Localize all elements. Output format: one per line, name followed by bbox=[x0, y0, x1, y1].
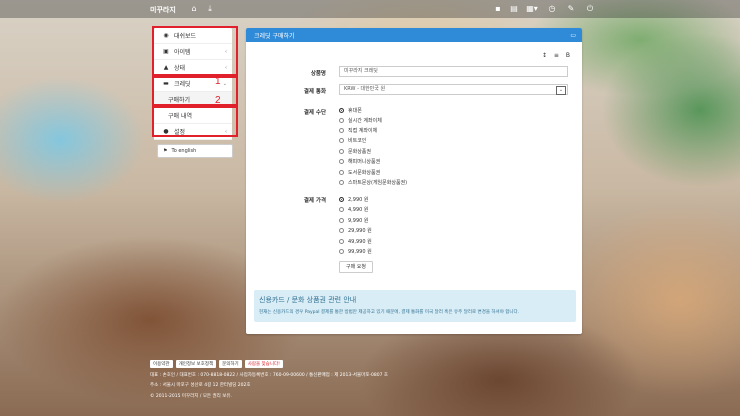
radio-label: 2,990 원 bbox=[348, 197, 369, 203]
notice-box: 신용카드 / 문화 상품권 관련 안내 현재는 신용카드의 경우 Paypal … bbox=[254, 290, 576, 322]
radio-dot bbox=[339, 118, 344, 123]
radio-dot bbox=[339, 218, 344, 223]
method-label: 결제 수단 bbox=[303, 110, 326, 116]
flag-icon: ⚑ bbox=[163, 148, 168, 154]
price-radio-9990[interactable]: 9,990 원 bbox=[339, 217, 369, 224]
radio-dot bbox=[339, 108, 344, 113]
chevron-down-icon: ⌄ bbox=[556, 86, 566, 95]
footer-links: 이용약관 개인정보 보호정책 문의하기 사람을 찾습니다! bbox=[150, 360, 286, 368]
radio-dot bbox=[339, 228, 344, 233]
radio-dot bbox=[339, 159, 344, 164]
privacy-link[interactable]: 개인정보 보호정책 bbox=[175, 360, 217, 368]
radio-dot bbox=[339, 180, 344, 185]
radio-dot bbox=[339, 138, 344, 143]
radio-dot bbox=[339, 207, 344, 212]
annotation-number-2: 2 bbox=[215, 95, 221, 106]
currency-label: 결제 통화 bbox=[303, 89, 326, 95]
purchase-panel: 크레딧 구매하기 ▭ ↕ ≡ B 상품명 미꾸라지 크레딧 결제 통화 KRW … bbox=[246, 28, 582, 334]
panel-title: 크레딧 구매하기 bbox=[254, 32, 295, 40]
language-label: To english bbox=[171, 148, 197, 154]
grid-menu-icon[interactable]: ▦▾ bbox=[526, 3, 538, 15]
contact-link[interactable]: 문의하기 bbox=[219, 360, 242, 368]
footer-address: 주소 : 서울시 마포구 성산로 4길 12 한터빌딩 202호 bbox=[150, 383, 251, 388]
notice-body: 현재는 신용카드의 경우 Paypal 결제를 통한 방법만 제공하고 있기 때… bbox=[259, 310, 520, 315]
highlight-box-3 bbox=[152, 106, 238, 137]
radio-dot bbox=[339, 249, 344, 254]
list-icon[interactable]: ≡ bbox=[554, 52, 559, 59]
radio-dot bbox=[339, 128, 344, 133]
radio-label: 스마트문상(게임문화상품권) bbox=[348, 180, 408, 186]
purchase-request-button[interactable]: 구매 요청 bbox=[339, 261, 373, 273]
panel-toolbar: ↕ ≡ B bbox=[537, 52, 570, 59]
power-icon[interactable]: ⏻ bbox=[584, 3, 596, 15]
radio-dot bbox=[339, 197, 344, 202]
annotation-number-1: 1 bbox=[215, 76, 221, 87]
panel-header: 크레딧 구매하기 ▭ bbox=[246, 28, 582, 42]
method-radio-book-voucher[interactable]: 도서문화상품권 bbox=[339, 169, 380, 176]
highlight-box-1 bbox=[152, 26, 238, 76]
radio-dot bbox=[339, 149, 344, 154]
pencil-icon[interactable]: ✎ bbox=[565, 3, 577, 15]
price-radio-2990[interactable]: 2,990 원 bbox=[339, 196, 369, 203]
radio-label: 49,990 원 bbox=[348, 239, 372, 245]
price-radio-29990[interactable]: 29,990 원 bbox=[339, 227, 372, 234]
home-icon[interactable]: ⌂ bbox=[188, 3, 200, 15]
hiring-link[interactable]: 사람을 찾습니다! bbox=[244, 360, 283, 368]
method-radio-bitcoin[interactable]: 비트코인 bbox=[339, 137, 366, 144]
method-radio-culture-voucher[interactable]: 문화상품권 bbox=[339, 148, 371, 155]
chat-icon[interactable]: ▪ bbox=[492, 3, 504, 15]
price-radio-99990[interactable]: 99,990 원 bbox=[339, 248, 372, 255]
method-radio-happymoney[interactable]: 해피머니상품권 bbox=[339, 158, 380, 165]
method-radio-realtime-transfer[interactable]: 실시간 계좌이체 bbox=[339, 117, 382, 124]
download-icon[interactable]: ⤓ bbox=[204, 3, 216, 15]
radio-label: 실시간 계좌이체 bbox=[348, 118, 382, 124]
footer-company-info: 대표 : 손호인 / 대표번호 : 070-8818-0822 / 사업자등록번… bbox=[150, 373, 389, 378]
sort-icon[interactable]: ↕ bbox=[542, 52, 547, 59]
radio-label: 휴대폰 bbox=[348, 108, 362, 114]
product-field[interactable]: 미꾸라지 크레딧 bbox=[339, 66, 568, 77]
bold-icon[interactable]: B bbox=[566, 52, 570, 59]
radio-label: 9,990 원 bbox=[348, 218, 369, 224]
radio-dot bbox=[339, 239, 344, 244]
currency-select[interactable]: KRW - 대한민국 원 ⌄ bbox=[339, 84, 568, 95]
document-icon[interactable]: ▤ bbox=[508, 3, 520, 15]
radio-dot bbox=[339, 170, 344, 175]
product-label: 상품명 bbox=[310, 71, 326, 77]
currency-value: KRW - 대한민국 원 bbox=[344, 86, 386, 92]
radio-label: 비트코인 bbox=[348, 138, 367, 144]
method-radio-phone[interactable]: 휴대폰 bbox=[339, 107, 362, 114]
radio-label: 직접 계좌이체 bbox=[348, 128, 378, 134]
top-navbar: 미꾸라지 ⌂ ⤓ ▪ ▤ ▦▾ ◷ ✎ ⏻ bbox=[0, 0, 740, 18]
price-label: 결제 가격 bbox=[303, 198, 326, 204]
window-icon[interactable]: ▭ bbox=[570, 32, 576, 39]
radio-label: 해피머니상품권 bbox=[348, 159, 381, 165]
terms-link[interactable]: 이용약관 bbox=[150, 360, 173, 368]
method-radio-smart-voucher[interactable]: 스마트문상(게임문화상품권) bbox=[339, 179, 407, 186]
clock-icon[interactable]: ◷ bbox=[546, 3, 558, 15]
price-radio-49990[interactable]: 49,990 원 bbox=[339, 238, 372, 245]
radio-label: 4,990 원 bbox=[348, 207, 369, 213]
price-radio-4990[interactable]: 4,990 원 bbox=[339, 206, 369, 213]
language-toggle-button[interactable]: ⚑ To english bbox=[157, 144, 233, 158]
method-radio-direct-transfer[interactable]: 직접 계좌이체 bbox=[339, 127, 377, 134]
radio-label: 99,990 원 bbox=[348, 249, 372, 255]
highlight-box-2 bbox=[152, 76, 238, 106]
radio-label: 문화상품권 bbox=[348, 149, 372, 155]
radio-label: 도서문화상품권 bbox=[348, 170, 381, 176]
notice-title: 신용카드 / 문화 상품권 관련 안내 bbox=[259, 296, 357, 304]
brand-logo[interactable]: 미꾸라지 bbox=[150, 5, 176, 15]
footer-copyright: © 2011-2015 미꾸라지 / 모든 권리 보유. bbox=[150, 394, 232, 399]
radio-label: 29,990 원 bbox=[348, 228, 372, 234]
